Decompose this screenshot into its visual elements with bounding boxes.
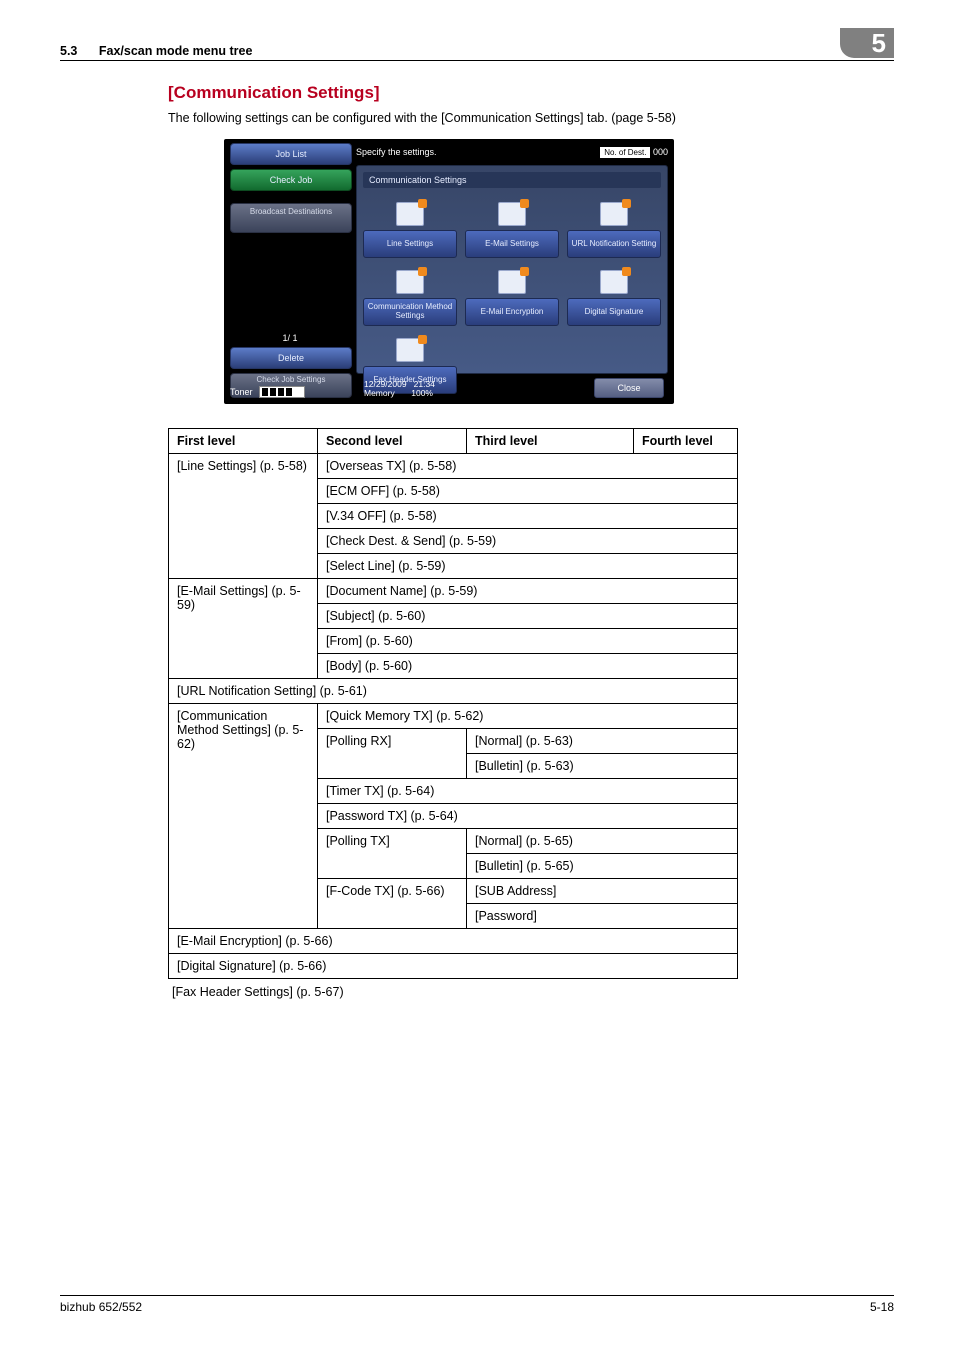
- table-row: [URL Notification Setting] (p. 5-61): [169, 679, 738, 704]
- chapter-badge: 5: [840, 28, 894, 58]
- levels-table: First level Second level Third level Fou…: [168, 428, 738, 979]
- page-title: [Communication Settings]: [168, 83, 894, 103]
- panel-datetime: 12/29/2009 21:34 Memory 100%: [364, 380, 435, 398]
- table-row: [Communication Method Settings] (p. 5-62…: [169, 704, 738, 729]
- tile-digital-signature[interactable]: Digital Signature: [567, 270, 661, 326]
- cell: [Document Name] (p. 5-59): [318, 579, 738, 604]
- th-third: Third level: [467, 429, 634, 454]
- panel-main-title: Communication Settings: [363, 172, 661, 188]
- table-row: [E-Mail Settings] (p. 5-59) [Document Na…: [169, 579, 738, 604]
- footer-left: bizhub 652/552: [60, 1300, 142, 1314]
- toner-label: Toner: [230, 387, 253, 397]
- email-settings-icon: [498, 202, 526, 226]
- tile-method-label: Communication Method Settings: [363, 298, 457, 326]
- pager: 1/ 1: [230, 333, 350, 343]
- job-list-button[interactable]: Job List: [230, 143, 352, 165]
- cell: [SUB Address]: [467, 879, 738, 904]
- cell: [F-Code TX] (p. 5-66): [318, 879, 467, 929]
- panel-prompt: Specify the settings.: [356, 147, 437, 157]
- page-footer: bizhub 652/552 5-18: [60, 1295, 894, 1314]
- fax-header-icon: [396, 338, 424, 362]
- section-number: 5.3: [60, 44, 77, 58]
- device-panel-screenshot: Specify the settings. No. of Dest. 000 J…: [224, 139, 674, 404]
- panel-side-column: Job List Check Job Broadcast Destination…: [230, 143, 350, 402]
- cell: [Polling RX]: [318, 729, 467, 779]
- th-fourth: Fourth level: [634, 429, 738, 454]
- cell: [Bulletin] (p. 5-63): [467, 754, 738, 779]
- cell: [Overseas TX] (p. 5-58): [318, 454, 738, 479]
- tile-line-label: Line Settings: [363, 230, 457, 258]
- below-table-text: [Fax Header Settings] (p. 5-67): [172, 985, 894, 999]
- cell: [Password]: [467, 904, 738, 929]
- cell: [Normal] (p. 5-63): [467, 729, 738, 754]
- cell-comm-method: [Communication Method Settings] (p. 5-62…: [169, 704, 318, 929]
- dest-count: 000: [653, 147, 668, 157]
- cell: [Check Dest. & Send] (p. 5-59): [318, 529, 738, 554]
- check-job-button[interactable]: Check Job: [230, 169, 352, 191]
- cell: [Select Line] (p. 5-59): [318, 554, 738, 579]
- tile-signature-label: Digital Signature: [567, 298, 661, 326]
- digital-signature-icon: [600, 270, 628, 294]
- cell: [From] (p. 5-60): [318, 629, 738, 654]
- table-row: [Digital Signature] (p. 5-66): [169, 954, 738, 979]
- th-second: Second level: [318, 429, 467, 454]
- cell: [Subject] (p. 5-60): [318, 604, 738, 629]
- tile-line-settings[interactable]: Line Settings: [363, 202, 457, 258]
- table-row: [Line Settings] (p. 5-58) [Overseas TX] …: [169, 454, 738, 479]
- th-first: First level: [169, 429, 318, 454]
- page-header: 5.3 Fax/scan mode menu tree 5: [60, 0, 894, 61]
- email-encryption-icon: [498, 270, 526, 294]
- cell: [Password TX] (p. 5-64): [318, 804, 738, 829]
- toner-bar-icon: [259, 386, 305, 398]
- cell: [Body] (p. 5-60): [318, 654, 738, 679]
- cell: [ECM OFF] (p. 5-58): [318, 479, 738, 504]
- cell: [V.34 OFF] (p. 5-58): [318, 504, 738, 529]
- tile-encrypt-label: E-Mail Encryption: [465, 298, 559, 326]
- table-header-row: First level Second level Third level Fou…: [169, 429, 738, 454]
- cell: [Bulletin] (p. 5-65): [467, 854, 738, 879]
- delete-button[interactable]: Delete: [230, 347, 352, 369]
- cell-line-settings: [Line Settings] (p. 5-58): [169, 454, 318, 579]
- intro-text: The following settings can be configured…: [168, 111, 894, 125]
- cell-url-notification: [URL Notification Setting] (p. 5-61): [169, 679, 738, 704]
- table-row: [E-Mail Encryption] (p. 5-66): [169, 929, 738, 954]
- footer-right: 5-18: [870, 1300, 894, 1314]
- cell: [Quick Memory TX] (p. 5-62): [318, 704, 738, 729]
- cell-email-encryption: [E-Mail Encryption] (p. 5-66): [169, 929, 738, 954]
- section-title: Fax/scan mode menu tree: [99, 44, 253, 58]
- cell: [Timer TX] (p. 5-64): [318, 779, 738, 804]
- cell-email-settings: [E-Mail Settings] (p. 5-59): [169, 579, 318, 679]
- dest-label: No. of Dest.: [600, 147, 650, 158]
- url-notification-icon: [600, 202, 628, 226]
- tile-url-notification[interactable]: URL Notification Setting: [567, 202, 661, 258]
- tile-email-label: E-Mail Settings: [465, 230, 559, 258]
- panel-main: Communication Settings Line Settings E-M…: [356, 165, 668, 374]
- toner-row: Toner: [230, 386, 305, 398]
- line-settings-icon: [396, 202, 424, 226]
- cell: [Polling TX]: [318, 829, 467, 879]
- tile-url-label: URL Notification Setting: [567, 230, 661, 258]
- comm-method-icon: [396, 270, 424, 294]
- tile-comm-method[interactable]: Communication Method Settings: [363, 270, 457, 326]
- cell: [Normal] (p. 5-65): [467, 829, 738, 854]
- close-button[interactable]: Close: [594, 378, 664, 398]
- tile-email-settings[interactable]: E-Mail Settings: [465, 202, 559, 258]
- tile-email-encryption[interactable]: E-Mail Encryption: [465, 270, 559, 326]
- broadcast-dest-button[interactable]: Broadcast Destinations: [230, 203, 352, 233]
- cell-digital-signature: [Digital Signature] (p. 5-66): [169, 954, 738, 979]
